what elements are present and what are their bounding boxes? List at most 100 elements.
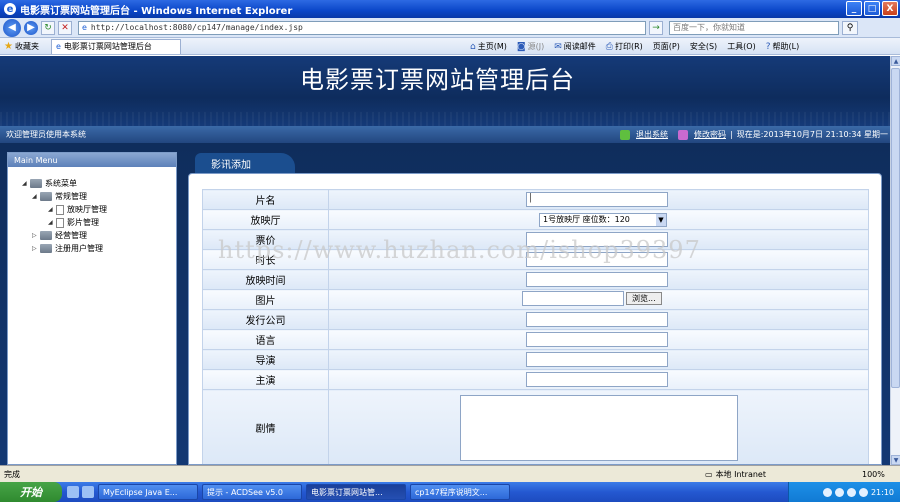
- security-zone: ▭ 本地 Intranet: [705, 469, 766, 479]
- scroll-thumb[interactable]: [891, 68, 900, 388]
- form-row-price: 票价: [202, 229, 869, 250]
- forward-button[interactable]: ▶: [24, 20, 38, 35]
- actor-input[interactable]: [526, 372, 668, 387]
- status-done: 完成: [4, 469, 20, 479]
- director-label: 导演: [202, 349, 329, 370]
- form-row-showtime: 放映时间: [202, 269, 869, 290]
- showtime-input[interactable]: [526, 272, 668, 287]
- taskbar-item-ie[interactable]: 电影票订票网站管...: [306, 484, 406, 500]
- scroll-down-icon[interactable]: ▼: [891, 455, 900, 465]
- form-row-company: 发行公司: [202, 309, 869, 330]
- mail-icon: ✉: [554, 41, 562, 52]
- change-password-link[interactable]: 修改密码: [694, 129, 726, 140]
- printer-icon: ⎙: [605, 41, 613, 52]
- tree-item-hall-management[interactable]: ◢ 放映厅管理: [22, 203, 176, 216]
- name-input[interactable]: |: [526, 192, 668, 207]
- tree-item-movie-management[interactable]: ◢ 影片管理: [22, 216, 176, 229]
- tab-title: 电影票订票网站管理后台: [63, 42, 152, 51]
- address-input[interactable]: e http://localhost:8080/cp147/manage/ind…: [78, 20, 646, 35]
- close-button[interactable]: X: [882, 1, 898, 16]
- duration-input[interactable]: [526, 252, 668, 267]
- plot-label: 剧情: [202, 389, 329, 464]
- clock: 21:10: [870, 487, 894, 497]
- help-command[interactable]: ? 帮助(L): [766, 41, 799, 52]
- left-menu: Main Menu ◢ 系统菜单 ◢ 常规管理 ◢ 放映厅管理 ◢ 影片管理 ▷ 经营管理…: [7, 152, 177, 465]
- image-path-input[interactable]: [522, 290, 624, 306]
- taskbar-item-acdsee[interactable]: 提示 - ACDSee v5.0: [202, 484, 302, 500]
- tray-icon[interactable]: [858, 487, 868, 497]
- command-bar: ⌂ 主页(M) ◙ 源(J) ✉ 阅读邮件 ⎙ 打印(R) 页面(P) 安全(S) 工具…: [470, 38, 799, 55]
- taskbar-item-doc[interactable]: cp147程序说明文...: [410, 484, 510, 500]
- tray-icon[interactable]: [822, 487, 832, 497]
- company-input[interactable]: [526, 312, 668, 327]
- maximize-button[interactable]: □: [864, 1, 880, 16]
- search-input[interactable]: 百度一下，你就知道: [669, 20, 839, 35]
- taskbar-item-myeclipse[interactable]: MyEclipse Java E...: [98, 484, 198, 500]
- tools-command[interactable]: 工具(O): [727, 41, 756, 52]
- favorites-button[interactable]: ★ 收藏夹: [4, 41, 39, 52]
- favorites-label: 收藏夹: [14, 41, 39, 51]
- company-label: 发行公司: [202, 309, 329, 330]
- language-input[interactable]: [526, 332, 668, 347]
- price-label: 票价: [202, 229, 329, 250]
- site-banner: 电影票订票网站管理后台: [0, 56, 890, 126]
- rss-icon: ◙: [516, 41, 526, 52]
- scroll-up-icon[interactable]: ▲: [891, 56, 900, 66]
- window-title: 电影票订票网站管理后台 - Windows Internet Explorer: [20, 5, 293, 17]
- address-url: http://localhost:8080/cp147/manage/index…: [90, 23, 303, 32]
- start-button[interactable]: 开始: [0, 482, 62, 502]
- name-label: 片名: [202, 189, 329, 210]
- page-command[interactable]: 页面(P): [653, 41, 680, 52]
- form-row-duration: 时长: [202, 249, 869, 270]
- quicklaunch-icon[interactable]: [82, 486, 94, 498]
- feeds-command[interactable]: ◙ 源(J): [517, 41, 544, 52]
- search-icon[interactable]: ⚲: [842, 20, 858, 35]
- home-command[interactable]: ⌂ 主页(M): [470, 41, 507, 52]
- favorites-bar: ★ 收藏夹 e 电影票订票网站管理后台 ⌂ 主页(M) ◙ 源(J) ✉ 阅读邮件 ⎙…: [0, 38, 900, 55]
- hall-select[interactable]: 1号放映厅 座位数：120 ▼: [539, 212, 667, 227]
- windows-taskbar: 开始 MyEclipse Java E... 提示 - ACDSee v5.0 …: [0, 482, 900, 502]
- logout-icon: [620, 129, 630, 140]
- refresh-button[interactable]: ↻: [41, 20, 55, 35]
- quicklaunch-icon[interactable]: [67, 486, 79, 498]
- minimize-button[interactable]: _: [846, 1, 862, 16]
- tray-icon[interactable]: [834, 487, 844, 497]
- logout-link[interactable]: 退出系统: [636, 129, 668, 140]
- tree-node-root[interactable]: ◢ 系统菜单: [22, 177, 176, 190]
- tree-node-general[interactable]: ◢ 常规管理: [22, 190, 176, 203]
- price-input[interactable]: [526, 232, 668, 247]
- computer-icon: ▭: [705, 469, 713, 479]
- actor-label: 主演: [202, 369, 329, 390]
- movie-add-form: 片名 | 放映厅 1号放映厅 座位数：120 ▼ 票价 时长 放映时间 图片 浏…: [202, 189, 869, 464]
- folder-icon: [40, 192, 52, 201]
- go-button[interactable]: →: [649, 20, 663, 35]
- vertical-scrollbar[interactable]: ▲ ▼: [890, 56, 900, 465]
- browser-tab[interactable]: e 电影票订票网站管理后台: [50, 38, 181, 54]
- folder-icon: [40, 231, 52, 240]
- password-icon: [678, 129, 688, 140]
- plot-textarea[interactable]: [460, 394, 738, 461]
- back-button[interactable]: ◀: [3, 18, 21, 37]
- folder-icon: [30, 179, 42, 188]
- safety-command[interactable]: 安全(S): [690, 41, 717, 52]
- zoom-level[interactable]: 100%: [862, 470, 885, 479]
- form-row-actor: 主演: [202, 369, 869, 390]
- browse-button[interactable]: 浏览...: [626, 291, 662, 305]
- director-input[interactable]: [526, 352, 668, 367]
- print-command[interactable]: ⎙ 打印(R): [606, 41, 643, 52]
- form-row-plot: 剧情: [202, 389, 869, 464]
- text-caret: |: [529, 193, 533, 203]
- window-controls: _ □ X: [846, 1, 898, 16]
- stop-button[interactable]: ✕: [58, 20, 72, 35]
- document-icon: [56, 204, 64, 215]
- expanded-icon: ◢: [22, 180, 27, 187]
- admin-status-bar: 欢迎管理员使用本系统 退出系统 修改密码 | 现在是:2013年10月7日 21…: [0, 126, 890, 143]
- tree-node-users[interactable]: ▷ 注册用户管理: [22, 242, 176, 255]
- expanded-icon: ◢: [32, 193, 37, 200]
- tray-icon[interactable]: [846, 487, 856, 497]
- read-mail-command[interactable]: ✉ 阅读邮件: [554, 41, 596, 52]
- separator: |: [730, 130, 733, 139]
- leaf-icon: ◢: [48, 206, 53, 213]
- tree-node-business[interactable]: ▷ 经营管理: [22, 229, 176, 242]
- form-row-name: 片名 |: [202, 189, 869, 210]
